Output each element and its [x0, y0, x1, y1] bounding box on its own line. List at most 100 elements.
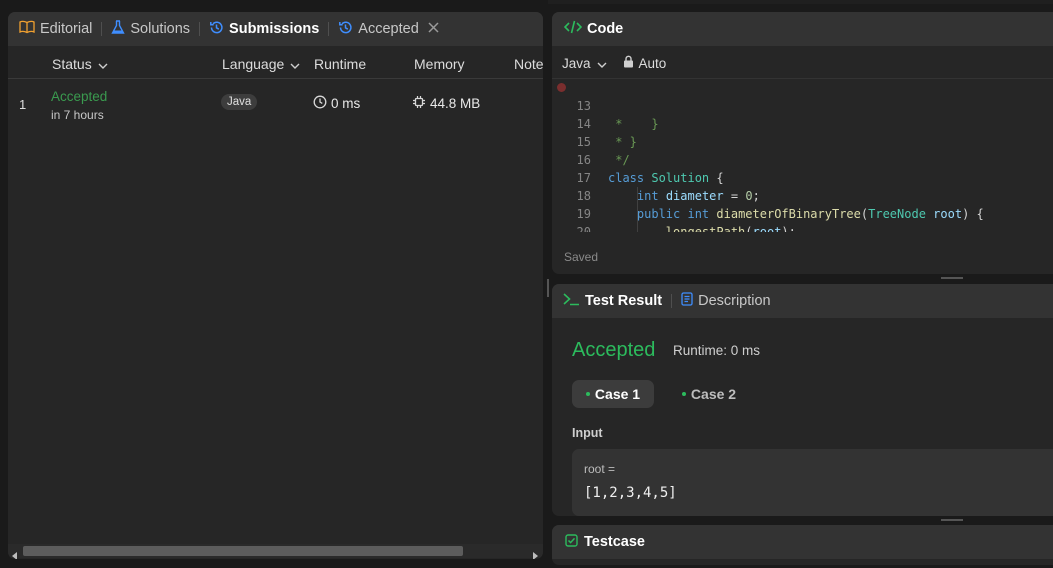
tab-divider [199, 22, 201, 36]
book-icon [19, 20, 35, 38]
chevron-down-icon [597, 56, 607, 71]
code-line: 14 * } [552, 97, 637, 149]
input-box: root = [1,2,3,4,5] [572, 449, 1053, 516]
code-toolbar: Java Auto [562, 55, 666, 71]
memory-value: 44.8 MB [430, 96, 481, 111]
row-index: 1 [19, 97, 27, 112]
document-icon [681, 292, 693, 310]
testcase-tabbar: Testcase [552, 525, 1053, 559]
testcase-panel: Testcase [552, 525, 1053, 565]
tab-test-result-label: Test Result [585, 293, 663, 309]
case-1-tab[interactable]: Case 1 [572, 380, 654, 408]
tab-divider [328, 22, 330, 36]
auto-mode-label: Auto [638, 55, 667, 71]
code-line: 21 } [552, 223, 572, 232]
result-tabbar: Test Result Description [552, 284, 1053, 318]
column-header-notes[interactable]: Note [514, 56, 543, 72]
tab-editorial-label: Editorial [40, 21, 93, 37]
tab-description-label: Description [698, 293, 771, 309]
tab-submissions[interactable]: Submissions [209, 20, 319, 39]
code-panel: Code Java Auto 13 * } 14 * } 15 */ 16 cl… [552, 12, 1053, 274]
checkbox-icon [565, 533, 578, 551]
code-line: 17 int diameter = 0; [552, 151, 760, 203]
tab-accepted-label: Accepted [358, 21, 419, 37]
tab-solutions[interactable]: Solutions [111, 19, 190, 39]
code-line: 18 public int diameterOfBinaryTree(TreeN… [552, 169, 984, 221]
column-header-status-label: Status [52, 56, 92, 72]
chevron-down-icon [98, 56, 108, 72]
runtime-value: 0 ms [331, 96, 361, 111]
column-header-runtime-label: Runtime [314, 56, 367, 72]
language-selector[interactable]: Java [562, 56, 607, 71]
code-line: 16 class Solution { [552, 133, 724, 185]
horizontal-scrollbar[interactable] [8, 544, 543, 559]
pass-dot-icon [585, 392, 590, 396]
input-label: Input [572, 426, 603, 440]
language-selector-label: Java [562, 55, 591, 71]
case-2-label: Case 2 [690, 386, 737, 402]
history-icon [209, 20, 224, 39]
code-tabbar: Code [552, 12, 1053, 46]
column-header-notes-label: Note [514, 56, 543, 72]
tab-test-result[interactable]: Test Result [563, 292, 662, 310]
test-result-panel: Test Result Description Accepted Runtime… [552, 284, 1053, 516]
scroll-left-arrow[interactable] [11, 547, 18, 559]
code-text: * } [608, 135, 637, 149]
column-header-language[interactable]: Language [222, 56, 300, 72]
code-editor[interactable]: 13 * } 14 * } 15 */ 16 class Solution { … [552, 79, 1053, 232]
scrollbar-thumb[interactable] [23, 546, 463, 556]
code-line: 13 * } [552, 79, 659, 131]
result-runtime: Runtime: 0 ms [673, 343, 761, 358]
column-header-memory[interactable]: Memory [414, 56, 465, 72]
code-text: * } [608, 117, 659, 131]
column-header-memory-label: Memory [414, 56, 465, 72]
code-line: 19 longestPath(root); [552, 187, 796, 232]
submission-time: in 7 hours [51, 108, 104, 122]
left-tabbar: Editorial Solutions Submissions Accepted [8, 12, 543, 46]
case-2-tab[interactable]: Case 2 [668, 380, 750, 408]
tab-accepted[interactable]: Accepted [338, 20, 439, 39]
memory-cell: 44.8 MB [412, 95, 480, 112]
history-icon [338, 20, 353, 39]
code-text: int diameter = 0; [636, 189, 760, 203]
tab-divider [101, 22, 103, 36]
param-name: root = [584, 462, 616, 476]
chip-icon [412, 95, 426, 112]
language-badge: Java [221, 94, 258, 110]
result-status: Accepted [572, 339, 656, 361]
code-text: public int diameterOfBinaryTree(TreeNode… [636, 207, 984, 221]
tab-testcase[interactable]: Testcase [565, 533, 645, 551]
column-header-status[interactable]: Status [52, 56, 108, 72]
code-text: class Solution { [608, 171, 724, 185]
auto-mode[interactable]: Auto [623, 55, 667, 71]
chevron-down-icon [290, 56, 300, 72]
tab-testcase-label: Testcase [584, 534, 645, 550]
tab-divider [671, 294, 673, 308]
splitter-handle[interactable] [941, 277, 963, 279]
tab-submissions-label: Submissions [229, 21, 320, 37]
splitter-handle[interactable] [941, 519, 963, 521]
top-toolbar-strip [548, 0, 1053, 4]
scroll-right-arrow[interactable] [532, 547, 539, 559]
tab-description[interactable]: Description [681, 292, 771, 310]
runtime-cell: 0 ms [313, 95, 360, 112]
column-header-language-label: Language [222, 56, 285, 72]
case-1-label: Case 1 [594, 386, 641, 402]
saved-status: Saved [564, 250, 599, 264]
tab-code-label: Code [587, 21, 624, 37]
indent-guide [637, 187, 638, 232]
flask-icon [111, 19, 126, 39]
code-line: 20 return diameter; [552, 205, 591, 232]
table-row[interactable]: 1 Accepted in 7 hours Java 0 ms 44.8 MB [8, 79, 543, 131]
tab-code[interactable]: Code [563, 20, 624, 38]
pass-dot-icon [681, 392, 686, 396]
code-line: 15 */ [552, 115, 630, 167]
column-header-runtime[interactable]: Runtime [314, 56, 366, 72]
splitter-handle[interactable] [547, 279, 549, 297]
submissions-panel: Editorial Solutions Submissions Accepted [8, 12, 543, 559]
status-accepted-link[interactable]: Accepted [51, 89, 107, 104]
lock-icon [623, 55, 634, 71]
param-value: [1,2,3,4,5] [584, 485, 677, 501]
tab-editorial[interactable]: Editorial [19, 20, 92, 38]
close-icon[interactable] [428, 21, 439, 37]
